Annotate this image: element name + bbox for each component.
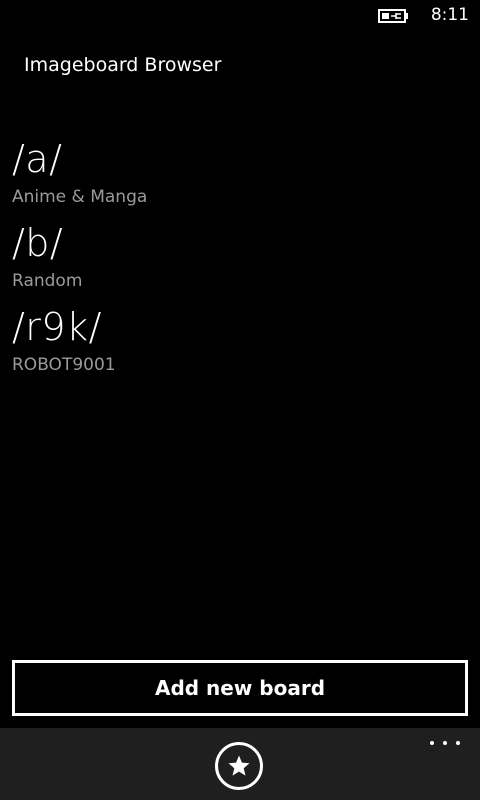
status-time: 8:11 bbox=[430, 5, 469, 25]
add-new-board-button[interactable]: Add new board bbox=[12, 660, 468, 716]
board-name: /b/ bbox=[12, 221, 64, 265]
board-description: Random bbox=[12, 271, 83, 291]
more-options-button[interactable] bbox=[430, 738, 460, 748]
star-icon bbox=[228, 755, 250, 776]
app-bar bbox=[0, 728, 480, 800]
board-name: /a/ bbox=[12, 137, 63, 181]
board-list: /a/ Anime & Manga /b/ Random /r9k/ ROBOT… bbox=[12, 136, 468, 388]
board-item-a[interactable]: /a/ Anime & Manga bbox=[12, 136, 468, 220]
board-item-r9k[interactable]: /r9k/ ROBOT9001 bbox=[12, 304, 468, 388]
ellipsis-icon bbox=[443, 741, 447, 745]
board-name: /r9k/ bbox=[12, 305, 102, 349]
status-bar: 8:11 bbox=[0, 0, 480, 32]
ellipsis-icon bbox=[456, 741, 460, 745]
battery-charging-icon bbox=[378, 9, 408, 23]
favorites-button[interactable] bbox=[215, 742, 263, 790]
board-description: Anime & Manga bbox=[12, 187, 148, 207]
ellipsis-icon bbox=[430, 741, 434, 745]
board-item-b[interactable]: /b/ Random bbox=[12, 220, 468, 304]
app-title: Imageboard Browser bbox=[24, 54, 222, 76]
board-description: ROBOT9001 bbox=[12, 355, 116, 375]
